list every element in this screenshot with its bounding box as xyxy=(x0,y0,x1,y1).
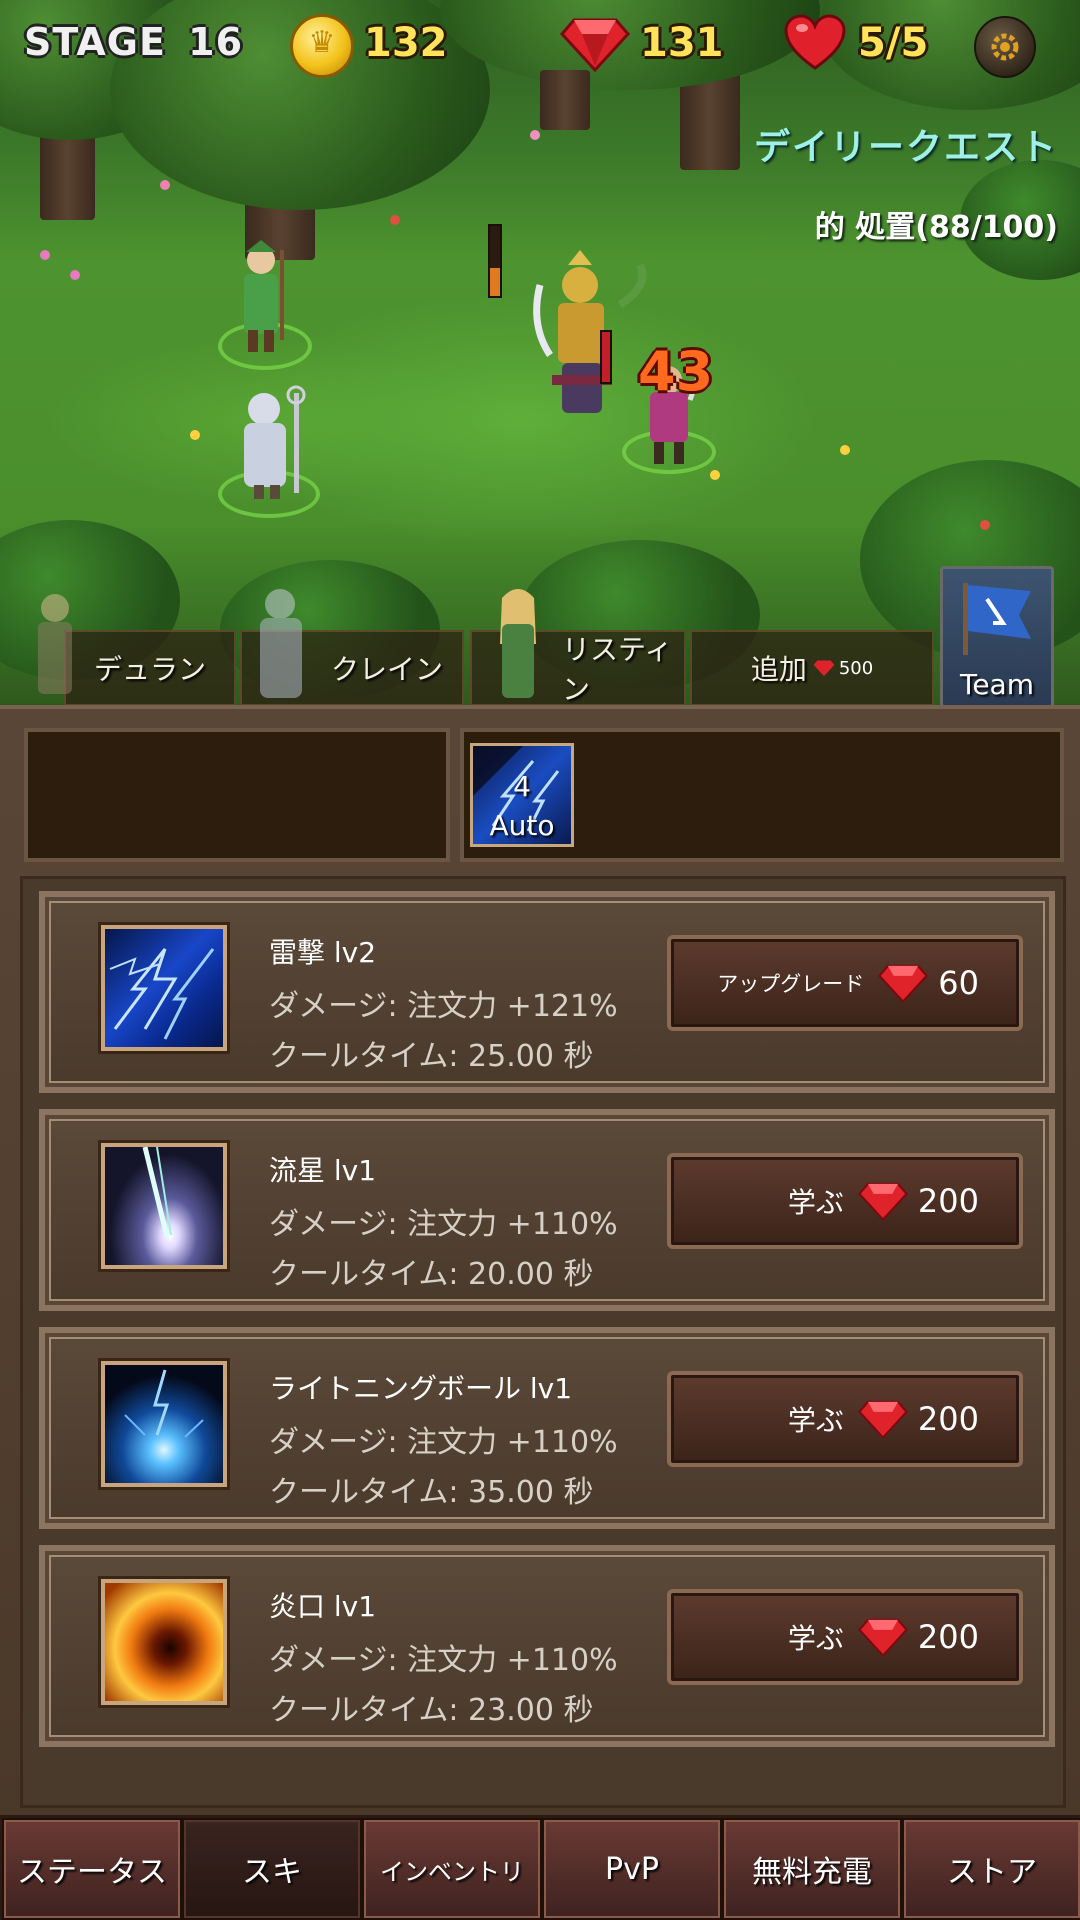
gem-icon xyxy=(857,1400,908,1440)
tab-label: スキ xyxy=(242,1855,302,1890)
flower xyxy=(710,470,720,480)
heart-icon xyxy=(784,14,846,70)
damage-number: 43 xyxy=(638,340,714,403)
skill-name: ライトニングボール lv1 xyxy=(269,1372,573,1405)
tab-store[interactable]: ストア xyxy=(902,1818,1080,1920)
upgrade-skill-button[interactable]: アップグレード 60 xyxy=(667,935,1023,1031)
duran-portrait xyxy=(38,594,72,694)
druid-hero-sprite[interactable] xyxy=(226,240,296,360)
add-party-member-slot[interactable]: 追加 500 xyxy=(690,630,934,705)
crane-portrait xyxy=(260,589,302,698)
stage-indicator: STAGE 16 xyxy=(24,20,243,64)
coin-count: 132 xyxy=(364,20,448,66)
skill-cost: 200 xyxy=(917,1400,979,1438)
equipped-skill-slot-left[interactable] xyxy=(24,728,450,862)
party-member-name: リスティン xyxy=(562,633,673,705)
tab-label: ステータス xyxy=(17,1855,167,1890)
stage-label: STAGE xyxy=(24,20,166,64)
skill-damage: ダメージ: 注文力 +110% xyxy=(269,1425,618,1460)
lightning-ball-icon xyxy=(101,1361,227,1487)
gem-icon xyxy=(560,18,630,72)
gem-icon xyxy=(857,1182,908,1222)
heart-count: 5/5 xyxy=(858,20,929,66)
tab-label: 無料充電 xyxy=(752,1855,872,1890)
learn-skill-button[interactable]: 学ぶ 200 xyxy=(667,1153,1023,1249)
flower xyxy=(40,250,50,260)
gem-icon xyxy=(813,660,835,677)
tree-canopy xyxy=(440,0,820,90)
skill-damage: ダメージ: 注文力 +110% xyxy=(269,1207,618,1242)
add-slot-label: 追加 xyxy=(750,653,807,686)
flower xyxy=(160,180,170,190)
button-label: 学ぶ xyxy=(787,1404,844,1437)
flower xyxy=(530,130,540,140)
tab-inventory[interactable]: インベントリ xyxy=(362,1818,542,1920)
skill-list: 雷撃 lv2 ダメージ: 注文力 +121% クールタイム: 25.00 秒 ア… xyxy=(20,876,1066,1808)
skill-name: 雷撃 lv2 xyxy=(269,936,377,969)
auto-label: Auto xyxy=(489,809,555,842)
skill-cooldown: クールタイム: 35.00 秒 xyxy=(269,1475,594,1510)
meteor-icon xyxy=(101,1143,227,1269)
tab-label: インベントリ xyxy=(380,1857,524,1886)
tab-label: PvP xyxy=(605,1851,659,1887)
skill-cost: 200 xyxy=(917,1618,979,1656)
tree-trunk xyxy=(540,70,590,130)
skill-cooldown: クールタイム: 25.00 秒 xyxy=(269,1039,594,1074)
party-member-name: デュラン xyxy=(93,653,206,686)
quest-progress: 的 処置(88/100) xyxy=(814,210,1058,245)
flower xyxy=(840,445,850,455)
enemy-hp-bar xyxy=(488,224,502,298)
flower xyxy=(980,520,990,530)
team-label: Team xyxy=(959,668,1034,701)
skill-damage: ダメージ: 注文力 +121% xyxy=(269,989,618,1024)
party-member-name: クレイン xyxy=(330,653,443,686)
tab-pvp[interactable]: PvP xyxy=(542,1818,722,1920)
skill-cooldown: クールタイム: 20.00 秒 xyxy=(269,1257,594,1292)
skill-cost: 200 xyxy=(917,1182,979,1220)
skill-name: 流星 lv1 xyxy=(269,1154,377,1187)
skill-cooldown: クールタイム: 23.00 秒 xyxy=(269,1693,594,1728)
tab-status[interactable]: ステータス xyxy=(2,1818,182,1920)
button-label: 学ぶ xyxy=(787,1186,844,1219)
daily-quest-panel[interactable]: デイリークエスト 的 処置(88/100) xyxy=(728,100,1080,248)
golden-knight-enemy-sprite[interactable] xyxy=(510,245,650,445)
button-label: 学ぶ xyxy=(787,1622,844,1655)
add-slot-cost: 500 xyxy=(838,657,874,679)
tab-free-recharge[interactable]: 無料充電 xyxy=(722,1818,902,1920)
skill-damage: ダメージ: 注文力 +110% xyxy=(269,1643,618,1678)
team-flag-icon xyxy=(963,583,1031,655)
flower xyxy=(190,430,200,440)
flame-icon xyxy=(101,1579,227,1705)
ristin-portrait xyxy=(500,589,536,698)
gem-count: 131 xyxy=(640,20,724,66)
learn-skill-button[interactable]: 学ぶ 200 xyxy=(667,1589,1023,1685)
stage-number: 16 xyxy=(188,20,244,64)
team-button[interactable]: Team xyxy=(940,566,1054,705)
tab-skills[interactable]: スキ xyxy=(182,1818,362,1920)
quest-title: デイリークエスト xyxy=(753,127,1058,168)
flower xyxy=(70,270,80,280)
battle-scene: 43 STAGE 16 132 131 5/5 デイリークエスト 的 処置(88… xyxy=(0,0,1080,705)
auto-cooldown: 4 xyxy=(513,770,531,803)
skill-card: 雷撃 lv2 ダメージ: 注文力 +121% クールタイム: 25.00 秒 ア… xyxy=(39,891,1055,1093)
skill-name: 炎口 lv1 xyxy=(269,1590,377,1623)
gem-icon xyxy=(878,964,929,1004)
skill-card: 流星 lv1 ダメージ: 注文力 +110% クールタイム: 20.00 秒 学… xyxy=(39,1109,1055,1311)
learn-skill-button[interactable]: 学ぶ 200 xyxy=(667,1371,1023,1467)
skill-cost: 60 xyxy=(938,964,979,1002)
auto-skill-slot[interactable]: 4 Auto xyxy=(470,743,574,847)
button-label: アップグレード xyxy=(717,972,865,996)
settings-button[interactable] xyxy=(974,16,1036,78)
wizard-hero-sprite[interactable] xyxy=(228,385,318,505)
enemy-hp-bar xyxy=(600,330,612,384)
tab-label: ストア xyxy=(947,1855,1037,1890)
skill-card: ライトニングボール lv1 ダメージ: 注文力 +110% クールタイム: 35… xyxy=(39,1327,1055,1529)
flower xyxy=(390,215,400,225)
gem-icon xyxy=(857,1618,908,1658)
skill-card: 炎口 lv1 ダメージ: 注文力 +110% クールタイム: 23.00 秒 学… xyxy=(39,1545,1055,1747)
lightning-icon xyxy=(101,925,227,1051)
gear-icon xyxy=(991,33,1019,61)
coin-icon xyxy=(290,14,354,78)
